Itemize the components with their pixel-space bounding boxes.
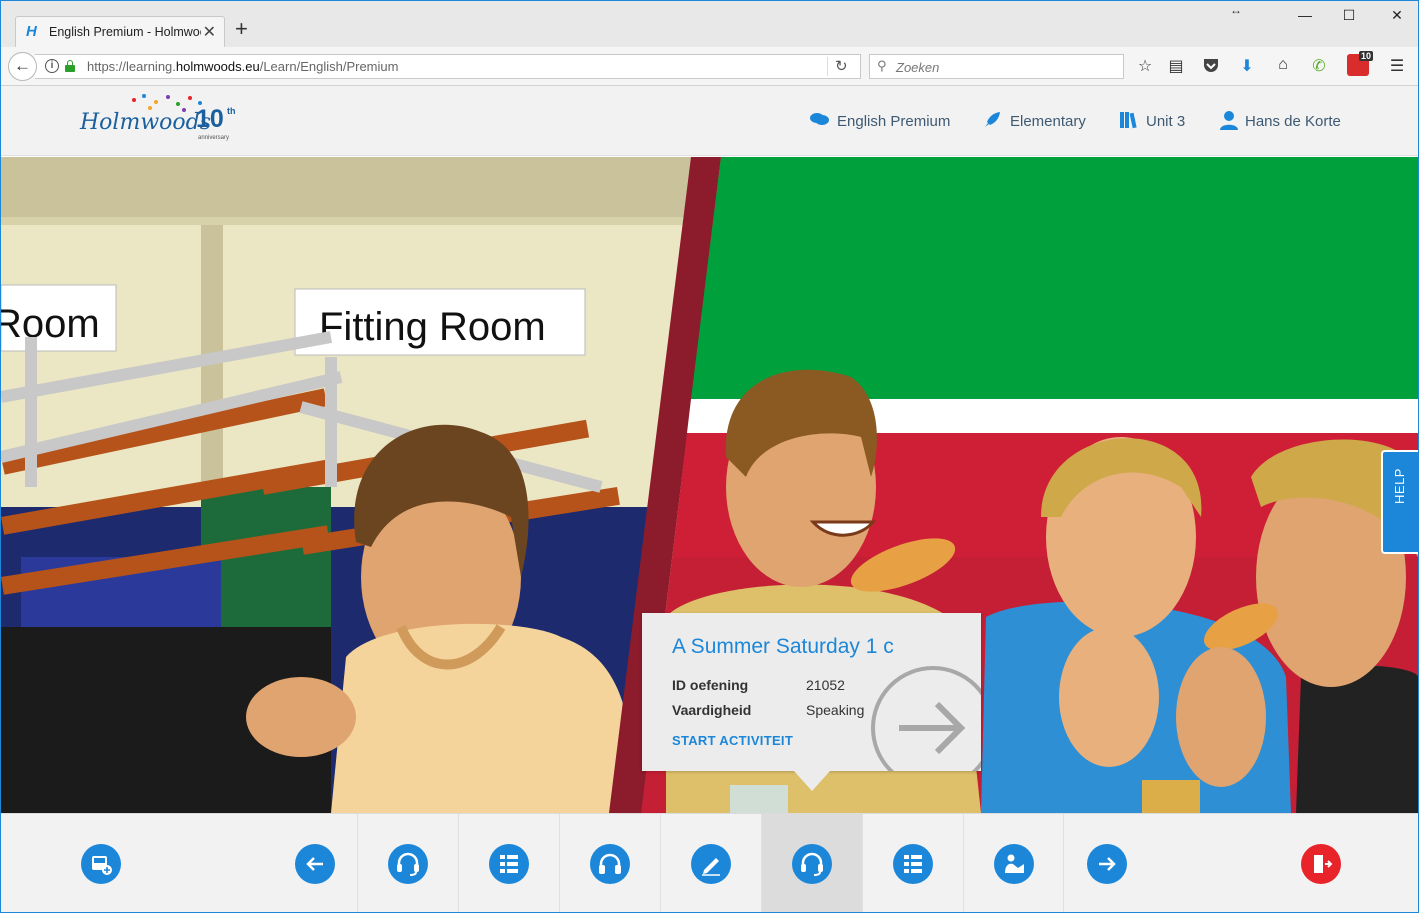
grid-list-icon	[500, 855, 518, 873]
listening-button[interactable]	[590, 844, 630, 884]
headphones-icon	[599, 853, 621, 874]
reload-icon[interactable]: ↻	[835, 57, 848, 75]
phone-icon[interactable]: ✆	[1308, 56, 1330, 76]
arrow-left-icon	[306, 857, 323, 871]
logo-wordmark: Holmwoods	[80, 110, 212, 135]
card-pointer	[794, 771, 830, 791]
user-icon	[1220, 110, 1238, 135]
sign-left: Room	[1, 302, 100, 346]
menu-hamburger-icon[interactable]: ☰	[1386, 56, 1408, 76]
addon-badge-icon[interactable]: 10	[1347, 51, 1373, 76]
start-activity-link[interactable]: START ACTIVITEIT	[672, 733, 793, 748]
previous-button[interactable]	[295, 844, 335, 884]
activity-id-value: 21052	[806, 677, 845, 693]
next-button[interactable]	[1087, 844, 1127, 884]
activity-skill-value: Speaking	[806, 702, 865, 718]
logo-anniversary-label: anniversary	[198, 135, 230, 141]
home-icon[interactable]: ⌂	[1272, 56, 1294, 74]
reading-button[interactable]	[994, 844, 1034, 884]
bookmark-star-icon[interactable]: ☆	[1134, 56, 1156, 76]
sign-right: Fitting Room	[319, 305, 546, 349]
nav-course[interactable]: English Premium	[837, 113, 950, 130]
download-icon[interactable]: ⬇	[1236, 56, 1258, 76]
holmwoods-logo[interactable]: Holmwoods 10 th anniversary	[80, 92, 240, 150]
pocket-icon[interactable]	[1200, 56, 1222, 79]
headset-icon	[801, 852, 823, 876]
start-arrow-button[interactable]	[871, 666, 981, 771]
new-tab-button[interactable]: +	[235, 18, 248, 40]
search-input[interactable]: ⚲ Zoeken	[869, 54, 1124, 79]
tab-title: English Premium - Holmwoods	[49, 25, 201, 39]
listen-speak-button[interactable]	[388, 844, 428, 884]
minimize-button[interactable]: —	[1295, 7, 1315, 23]
exit-door-icon	[1314, 855, 1333, 873]
url-separator	[827, 57, 828, 76]
title-bar: H English Premium - Holmwoods ✕ + ↔ — ☐ …	[1, 1, 1418, 47]
logo-anniversary-suffix: th	[227, 106, 236, 116]
nav-level[interactable]: Elementary	[1010, 113, 1086, 130]
activity-title: A Summer Saturday 1 c	[672, 635, 894, 658]
site-header: Holmwoods 10 th anniversary English Prem…	[1, 86, 1418, 156]
bottom-toolbar	[1, 813, 1418, 912]
browser-navbar: i https://learning.holmwoods.eu/Learn/En…	[1, 47, 1418, 86]
speaking-button-active[interactable]	[792, 844, 832, 884]
help-tab[interactable]: HELP	[1381, 450, 1418, 554]
url-text[interactable]: https://learning.holmwoods.eu/Learn/Engl…	[87, 59, 398, 74]
arrow-right-icon	[1099, 857, 1116, 871]
exercise-grid-button[interactable]	[489, 844, 529, 884]
writing-button[interactable]	[691, 844, 731, 884]
activity-card[interactable]: A Summer Saturday 1 c ID oefening 21052 …	[642, 613, 981, 791]
add-bus-button[interactable]	[81, 844, 121, 884]
holmwoods-favicon-icon: H	[26, 23, 37, 40]
info-icon[interactable]: i	[45, 59, 59, 73]
headset-icon	[397, 852, 419, 876]
reading-list-icon[interactable]: ▤	[1165, 56, 1187, 76]
logo-anniversary-number: 10	[196, 105, 224, 133]
nav-user[interactable]: Hans de Korte	[1245, 113, 1341, 130]
grid-list-icon	[904, 855, 922, 873]
arrow-right-icon	[899, 701, 966, 755]
tab-close-icon[interactable]: ✕	[203, 22, 216, 42]
bus-add-icon	[92, 856, 112, 875]
maximize-button[interactable]: ☐	[1339, 7, 1359, 24]
books-icon	[1119, 110, 1139, 135]
reading-person-icon	[1005, 854, 1024, 873]
activity-id-label: ID oefening	[672, 677, 749, 693]
search-placeholder: Zoeken	[896, 60, 940, 75]
resize-icon: ↔	[1230, 3, 1242, 17]
addon-badge-count: 10	[1358, 51, 1373, 61]
lock-icon	[65, 60, 75, 72]
browser-tab[interactable]: H English Premium - Holmwoods ✕	[15, 16, 225, 47]
help-label: HELP	[1392, 468, 1407, 504]
exit-button[interactable]	[1301, 844, 1341, 884]
url-bar[interactable]: i https://learning.holmwoods.eu/Learn/En…	[35, 54, 861, 79]
browser-window: H English Premium - Holmwoods ✕ + ↔ — ☐ …	[0, 0, 1419, 913]
chat-bubbles-icon	[809, 110, 830, 133]
pencil-icon	[702, 858, 720, 876]
nav-unit[interactable]: Unit 3	[1146, 113, 1185, 130]
back-button[interactable]: ←	[8, 52, 37, 81]
close-window-button[interactable]: ✕	[1387, 7, 1407, 24]
exercise-grid-button[interactable]	[893, 844, 933, 884]
activity-skill-label: Vaardigheid	[672, 702, 752, 718]
rocket-icon	[982, 110, 1002, 135]
search-icon: ⚲	[877, 58, 887, 73]
